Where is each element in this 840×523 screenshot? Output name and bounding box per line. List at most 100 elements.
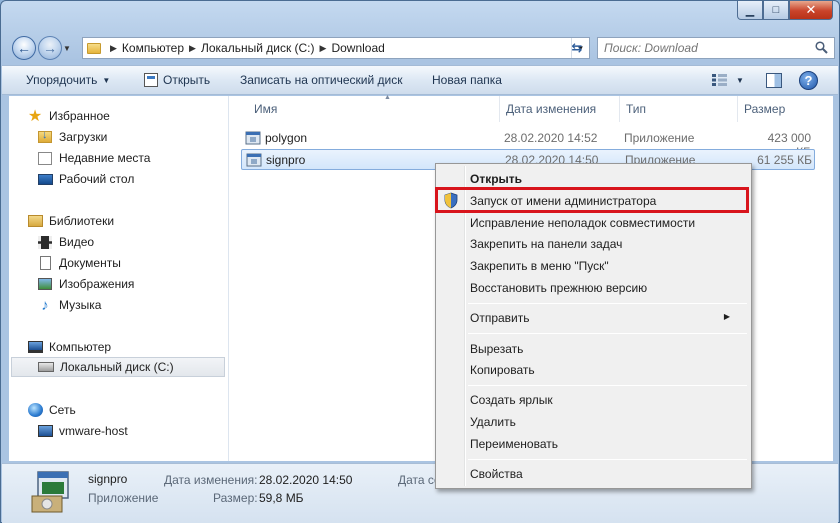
search-input[interactable] bbox=[604, 41, 804, 55]
downloads-icon bbox=[37, 129, 53, 145]
application-icon bbox=[246, 153, 262, 167]
column-header-type[interactable]: Тип bbox=[620, 96, 738, 122]
sidebar-item-desktop[interactable]: Рабочий стол bbox=[37, 169, 134, 189]
chevron-right-icon[interactable]: ▶ bbox=[320, 43, 327, 54]
sort-ascending-icon: ▲ bbox=[384, 94, 391, 101]
recent-pages-dropdown[interactable]: ▼ bbox=[63, 44, 71, 53]
search-box[interactable] bbox=[597, 37, 835, 59]
file-date: 28.02.2020 14:52 bbox=[504, 131, 598, 145]
details-date-value: 28.02.2020 14:50 bbox=[259, 473, 353, 487]
column-header-name[interactable]: ▲ Имя bbox=[248, 94, 500, 122]
table-row[interactable]: polygon 28.02.2020 14:52 Приложение 423 … bbox=[241, 128, 815, 159]
column-header-size[interactable]: Размер bbox=[738, 96, 824, 122]
drive-icon bbox=[38, 359, 54, 375]
menu-item-send-to[interactable]: Отправить ▶ bbox=[470, 308, 740, 328]
details-file-type: Приложение bbox=[88, 491, 159, 505]
menu-item-label: Отправить bbox=[470, 311, 530, 325]
details-date-label: Дата изменения: bbox=[164, 473, 258, 487]
pictures-icon bbox=[37, 276, 53, 292]
chevron-right-icon[interactable]: ▶ bbox=[189, 43, 196, 54]
menu-item-restore-version[interactable]: Восстановить прежнюю версию bbox=[470, 278, 740, 298]
column-header-label: Размер bbox=[744, 102, 786, 116]
column-header-label: Имя bbox=[254, 102, 278, 116]
burn-label: Записать на оптический диск bbox=[240, 73, 403, 87]
sidebar-item-computer[interactable]: Компьютер bbox=[27, 337, 111, 357]
sidebar-item-vmware-host[interactable]: vmware-host bbox=[37, 421, 128, 441]
sidebar-item-label: Локальный диск (C:) bbox=[60, 360, 174, 374]
sidebar-item-pictures[interactable]: Изображения bbox=[37, 274, 134, 294]
file-name: signpro bbox=[266, 153, 306, 167]
breadcrumb-download[interactable]: Download bbox=[331, 41, 384, 55]
sidebar-item-label: Музыка bbox=[59, 298, 102, 312]
sidebar-item-recent-places[interactable]: Недавние места bbox=[37, 148, 150, 168]
documents-icon bbox=[37, 255, 53, 271]
recent-places-icon bbox=[37, 150, 53, 166]
chevron-right-icon[interactable]: ▶ bbox=[110, 43, 117, 54]
chevron-down-icon: ▼ bbox=[102, 75, 111, 85]
sidebar-item-documents[interactable]: Документы bbox=[37, 253, 121, 273]
organize-button[interactable]: Упорядочить ▼ bbox=[26, 73, 110, 87]
open-window-icon bbox=[144, 73, 158, 87]
views-dropdown-icon[interactable]: ▼ bbox=[736, 76, 744, 85]
address-bar[interactable]: ▶ Компьютер ▶ Локальный диск (C:) ▶ Down… bbox=[82, 37, 590, 59]
menu-item-delete[interactable]: Удалить bbox=[470, 412, 740, 432]
sidebar-item-local-disk[interactable]: Локальный диск (C:) bbox=[11, 357, 225, 377]
menu-item-copy[interactable]: Копировать bbox=[470, 360, 740, 380]
highlight-frame bbox=[435, 187, 749, 213]
sidebar-item-label: Загрузки bbox=[59, 130, 108, 144]
navigation-pane: ★ Избранное Загрузки Недавние места Рабо… bbox=[9, 96, 229, 461]
navigation-bar: ← → ▼ ▶ Компьютер ▶ Локальный диск (C:) … bbox=[9, 33, 835, 61]
refresh-button[interactable]: ⇆ bbox=[564, 37, 590, 59]
forward-button[interactable]: → bbox=[38, 36, 62, 60]
column-header-date[interactable]: Дата изменения bbox=[500, 96, 620, 122]
music-icon: ♪ bbox=[41, 296, 49, 314]
sidebar-item-label: Библиотеки bbox=[49, 214, 115, 228]
desktop-icon bbox=[37, 171, 53, 187]
burn-button[interactable]: Записать на оптический диск bbox=[240, 73, 403, 87]
menu-item-troubleshoot-compatibility[interactable]: Исправление неполадок совместимости bbox=[470, 213, 740, 233]
sidebar-item-label: Сеть bbox=[49, 403, 76, 417]
open-label: Открыть bbox=[163, 73, 211, 87]
breadcrumb-local-disk[interactable]: Локальный диск (C:) bbox=[201, 41, 315, 55]
sidebar-item-label: Недавние места bbox=[59, 151, 151, 165]
sidebar-item-music[interactable]: ♪ Музыка bbox=[37, 295, 101, 315]
network-host-icon bbox=[37, 423, 53, 439]
maximize-button[interactable]: □ bbox=[763, 1, 789, 20]
menu-item-cut[interactable]: Вырезать bbox=[470, 339, 740, 359]
menu-item-open[interactable]: Открыть bbox=[470, 169, 740, 189]
sidebar-item-network[interactable]: Сеть bbox=[27, 400, 76, 420]
back-arrow-icon: ← bbox=[17, 40, 31, 56]
menu-item-rename[interactable]: Переименовать bbox=[470, 434, 740, 454]
sidebar-item-label: Видео bbox=[59, 235, 95, 249]
folder-icon bbox=[87, 42, 101, 54]
views-icon[interactable] bbox=[712, 74, 727, 86]
help-icon[interactable]: ? bbox=[799, 71, 818, 90]
new-folder-button[interactable]: Новая папка bbox=[432, 73, 502, 87]
refresh-icon: ⇆ bbox=[571, 40, 583, 55]
menu-item-properties[interactable]: Свойства bbox=[470, 464, 740, 484]
menu-separator bbox=[468, 333, 747, 334]
open-button[interactable]: Открыть bbox=[144, 73, 210, 87]
star-icon: ★ bbox=[27, 108, 43, 125]
sidebar-item-favorites[interactable]: ★ Избранное bbox=[27, 106, 110, 126]
back-button[interactable]: ← bbox=[12, 36, 36, 60]
menu-separator bbox=[468, 459, 747, 460]
sidebar-item-label: Избранное bbox=[49, 109, 110, 123]
details-size-label: Размер: bbox=[213, 491, 258, 505]
sidebar-item-downloads[interactable]: Загрузки bbox=[37, 127, 107, 147]
search-icon[interactable] bbox=[815, 41, 828, 54]
close-button[interactable]: ✕ bbox=[789, 1, 833, 20]
breadcrumb-computer[interactable]: Компьютер bbox=[122, 41, 184, 55]
sidebar-item-video[interactable]: Видео bbox=[37, 232, 94, 252]
menu-item-pin-start[interactable]: Закрепить в меню "Пуск" bbox=[470, 256, 740, 276]
sidebar-item-label: Компьютер bbox=[49, 340, 112, 354]
sidebar-item-libraries[interactable]: Библиотеки bbox=[27, 211, 114, 231]
application-icon bbox=[245, 131, 261, 145]
menu-separator bbox=[468, 385, 747, 386]
menu-item-create-shortcut[interactable]: Создать ярлык bbox=[470, 390, 740, 410]
network-icon bbox=[27, 402, 43, 418]
menu-item-pin-taskbar[interactable]: Закрепить на панели задач bbox=[470, 234, 740, 254]
minimize-button[interactable]: ▁ bbox=[737, 1, 763, 20]
preview-pane-icon[interactable] bbox=[766, 73, 782, 88]
caption-buttons: ▁ □ ✕ bbox=[737, 1, 833, 21]
